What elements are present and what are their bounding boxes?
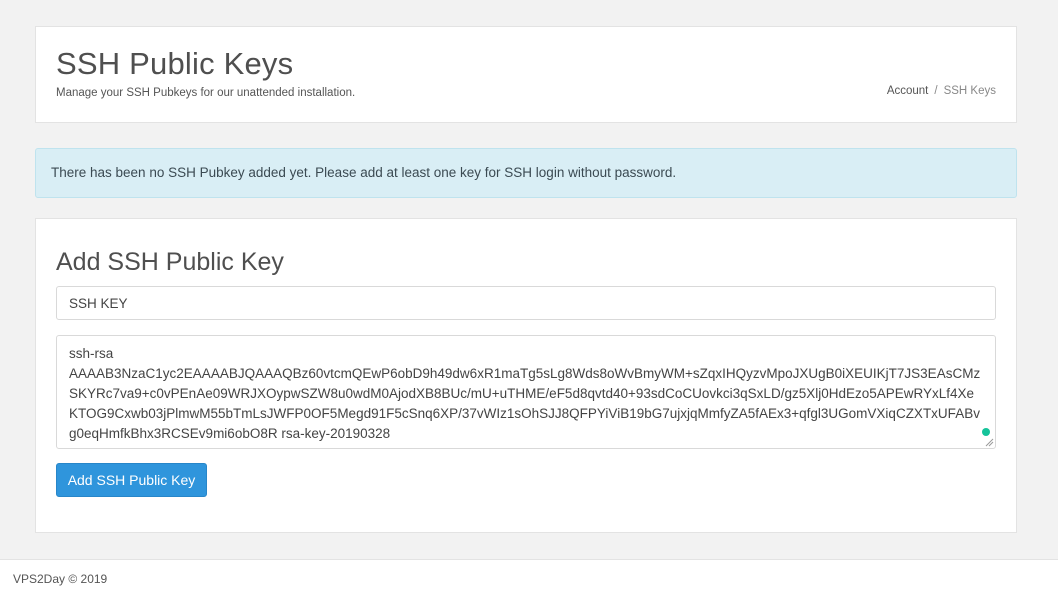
breadcrumb-current: SSH Keys bbox=[943, 85, 996, 97]
resize-handle-icon[interactable] bbox=[984, 437, 994, 447]
info-alert: There has been no SSH Pubkey added yet. … bbox=[35, 148, 1017, 198]
page: SSH Public Keys Manage your SSH Pubkeys … bbox=[0, 0, 1058, 596]
breadcrumb: Account / SSH Keys bbox=[887, 85, 996, 97]
grammar-check-icon[interactable] bbox=[982, 428, 990, 436]
breadcrumb-account-link[interactable]: Account bbox=[887, 85, 929, 97]
alert-text: There has been no SSH Pubkey added yet. … bbox=[51, 165, 677, 180]
page-subtitle: Manage your SSH Pubkeys for our unattend… bbox=[56, 87, 356, 99]
add-ssh-key-button[interactable]: Add SSH Public Key bbox=[56, 463, 207, 497]
ssh-key-textarea[interactable]: ssh-rsa AAAAB3NzaC1yc2EAAAABJQAAAQBz60vt… bbox=[57, 336, 995, 448]
footer-copyright: VPS2Day © 2019 bbox=[13, 572, 108, 586]
key-textarea-wrapper: ssh-rsa AAAAB3NzaC1yc2EAAAABJQAAAQBz60vt… bbox=[56, 335, 996, 449]
page-header: SSH Public Keys Manage your SSH Pubkeys … bbox=[35, 26, 1017, 123]
page-title: SSH Public Keys bbox=[56, 46, 294, 81]
breadcrumb-separator: / bbox=[934, 85, 938, 97]
key-name-input[interactable] bbox=[56, 286, 996, 320]
footer: VPS2Day © 2019 bbox=[0, 559, 1058, 596]
form-title: Add SSH Public Key bbox=[56, 248, 284, 276]
add-key-form: Add SSH Public Key ssh-rsa AAAAB3NzaC1yc… bbox=[35, 218, 1017, 533]
